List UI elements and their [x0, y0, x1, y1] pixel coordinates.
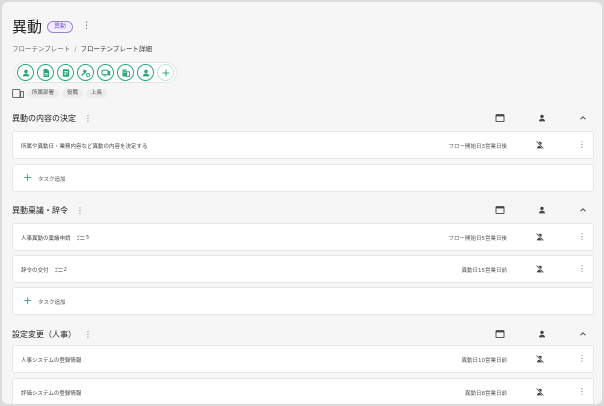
no-assignee-icon[interactable] [535, 354, 545, 364]
page-title: 異動 [12, 18, 43, 36]
task-due: フロー開始日5営業日後 [448, 236, 507, 242]
chevron-up-icon[interactable] [578, 113, 588, 123]
no-assignee-icon[interactable] [535, 387, 545, 397]
section-title: 設定変更（人事） ⋮ [12, 330, 92, 339]
task-more-icon[interactable]: ⋮ [578, 264, 586, 274]
add-task-label: タスク追加 [38, 300, 66, 306]
section-header: 設定変更（人事） ⋮ [12, 329, 592, 343]
assignee-chip[interactable]: 上長 [86, 89, 108, 98]
section-header: 異動稟議・辞令 ⋮ [12, 205, 592, 219]
checklist-icon [54, 267, 63, 273]
building-icon[interactable] [117, 64, 134, 81]
category-badge: 異動 [47, 20, 74, 33]
task-due: フロー開始日3営業日後 [448, 144, 507, 150]
no-assignee-icon[interactable] [535, 232, 545, 242]
app-window: 異動 異動 ⋮ フローテンプレート / フローテンプレート詳細 所属部署 役職 … [2, 2, 602, 404]
task-more-icon[interactable]: ⋮ [578, 354, 586, 364]
task-row[interactable]: 所属や異動日・業務内容など異動の内容を決定する フロー開始日3営業日後 ⋮ [12, 131, 594, 159]
document-icon[interactable] [37, 64, 54, 81]
checklist-icon [76, 235, 85, 241]
breadcrumb: フローテンプレート / フローテンプレート詳細 [12, 43, 152, 53]
task-due: 異動日10営業日前 [461, 358, 508, 364]
assignee-settings: 所属部署 役職 上長 [12, 89, 108, 98]
settings-person-icon[interactable] [77, 64, 94, 81]
breadcrumb-current: フローテンプレート詳細 [80, 45, 152, 53]
chevron-up-icon[interactable] [578, 329, 588, 339]
task-label: 辞令の交付 2 [21, 267, 68, 274]
no-assignee-icon[interactable] [535, 264, 545, 274]
task-label: 所属や異動日・業務内容など異動の内容を決定する [21, 144, 148, 150]
person-icon[interactable] [17, 64, 34, 81]
task-row[interactable]: 辞令の交付 2 異動日15営業日前 ⋮ [12, 255, 594, 283]
section-title: 異動の内容の決定 ⋮ [12, 114, 92, 123]
assignee-chip[interactable]: 所属部署 [27, 89, 60, 98]
calendar-icon[interactable] [495, 205, 505, 215]
section-title: 異動稟議・辞令 ⋮ [12, 206, 84, 215]
person-icon[interactable] [137, 64, 154, 81]
calendar-icon[interactable] [495, 329, 505, 339]
calendar-icon[interactable] [495, 113, 505, 123]
person-icon[interactable] [537, 113, 547, 123]
section-more-icon[interactable]: ⋮ [76, 206, 84, 215]
no-assignee-icon[interactable] [535, 140, 545, 150]
task-due: 異動日15営業日前 [461, 268, 508, 274]
add-task-button[interactable]: + タスク追加 [12, 164, 594, 192]
role-icon-row [14, 62, 177, 83]
page-more-icon[interactable]: ⋮ [82, 22, 91, 31]
task-label: 人事システムの登録情報 [21, 358, 82, 364]
task-row[interactable]: 人事異動の稟議申請 3 フロー開始日5営業日後 ⋮ [12, 223, 594, 251]
person-icon[interactable] [537, 205, 547, 215]
plus-icon[interactable] [157, 64, 174, 81]
chevron-up-icon[interactable] [578, 205, 588, 215]
task-row[interactable]: 人事システムの登録情報 異動日10営業日前 ⋮ [12, 345, 594, 373]
assignee-chip[interactable]: 役職 [62, 89, 84, 98]
task-more-icon[interactable]: ⋮ [578, 232, 586, 242]
section-more-icon[interactable]: ⋮ [84, 330, 92, 339]
form-icon[interactable] [57, 64, 74, 81]
task-row[interactable]: 評価システムの登録情報 異動日8営業日前 ⋮ [12, 378, 594, 404]
device-icon[interactable] [97, 64, 114, 81]
plus-icon: + [23, 294, 33, 307]
subtask-count: 2 [54, 267, 67, 273]
section-header: 異動の内容の決定 ⋮ [12, 113, 592, 127]
assignee-icon [12, 89, 24, 98]
page-header: 異動 異動 ⋮ [12, 16, 91, 37]
add-task-button[interactable]: + タスク追加 [12, 287, 594, 315]
task-label: 人事異動の稟議申請 3 [21, 235, 90, 242]
task-label: 評価システムの登録情報 [21, 391, 82, 397]
task-more-icon[interactable]: ⋮ [578, 140, 586, 150]
subtask-count: 3 [76, 235, 89, 241]
task-due: 異動日8営業日前 [465, 391, 507, 397]
section-more-icon[interactable]: ⋮ [84, 114, 92, 123]
plus-icon: + [23, 171, 33, 184]
add-task-label: タスク追加 [38, 177, 66, 183]
breadcrumb-parent[interactable]: フローテンプレート [12, 45, 70, 53]
task-more-icon[interactable]: ⋮ [578, 387, 586, 397]
breadcrumb-separator: / [74, 45, 77, 53]
person-icon[interactable] [537, 329, 547, 339]
